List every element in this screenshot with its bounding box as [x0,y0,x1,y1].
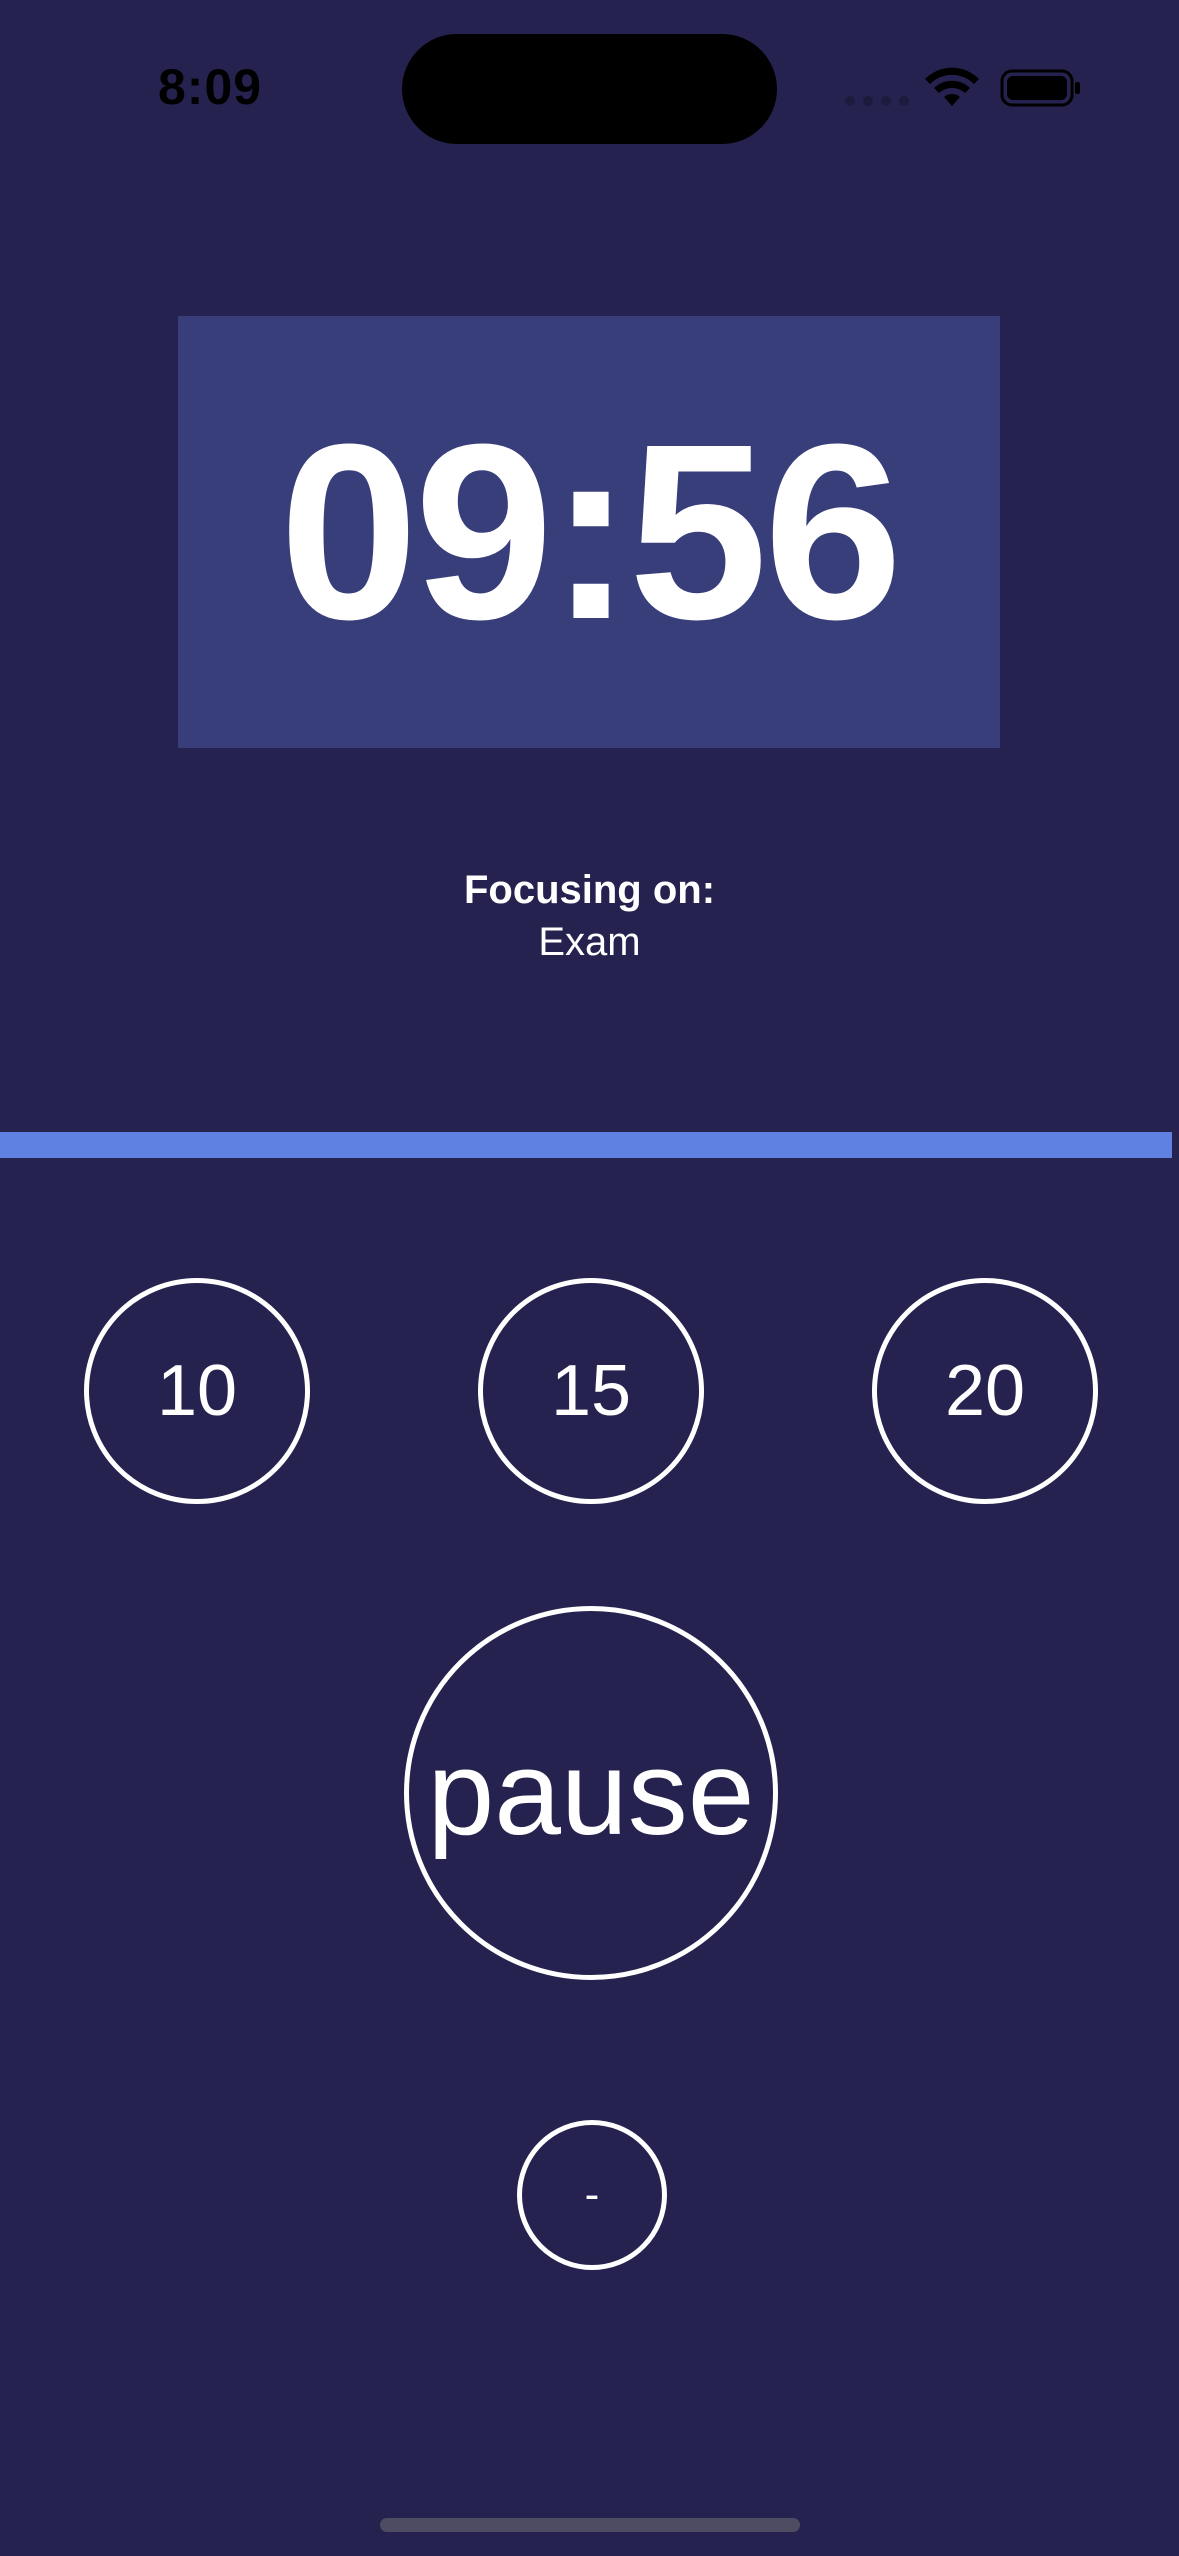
progress-fill [0,1132,1172,1158]
timer-display: 09:56 [178,316,1000,748]
timer-countdown: 09:56 [279,392,902,671]
dynamic-island [402,34,777,144]
preset-15-button[interactable]: 15 [478,1278,704,1504]
battery-icon [1000,69,1080,107]
home-indicator[interactable] [380,2518,800,2532]
minus-button[interactable]: - [517,2120,667,2270]
pause-button[interactable]: pause [404,1606,778,1980]
preset-20-button[interactable]: 20 [872,1278,1098,1504]
cellular-signal-icon [845,96,909,106]
focus-value: Exam [538,920,641,964]
progress-bar [0,1132,1179,1158]
focus-label: Focusing on: [463,868,716,912]
preset-10-button[interactable]: 10 [84,1278,310,1504]
status-time: 8:09 [158,59,263,115]
wifi-icon [925,67,979,106]
